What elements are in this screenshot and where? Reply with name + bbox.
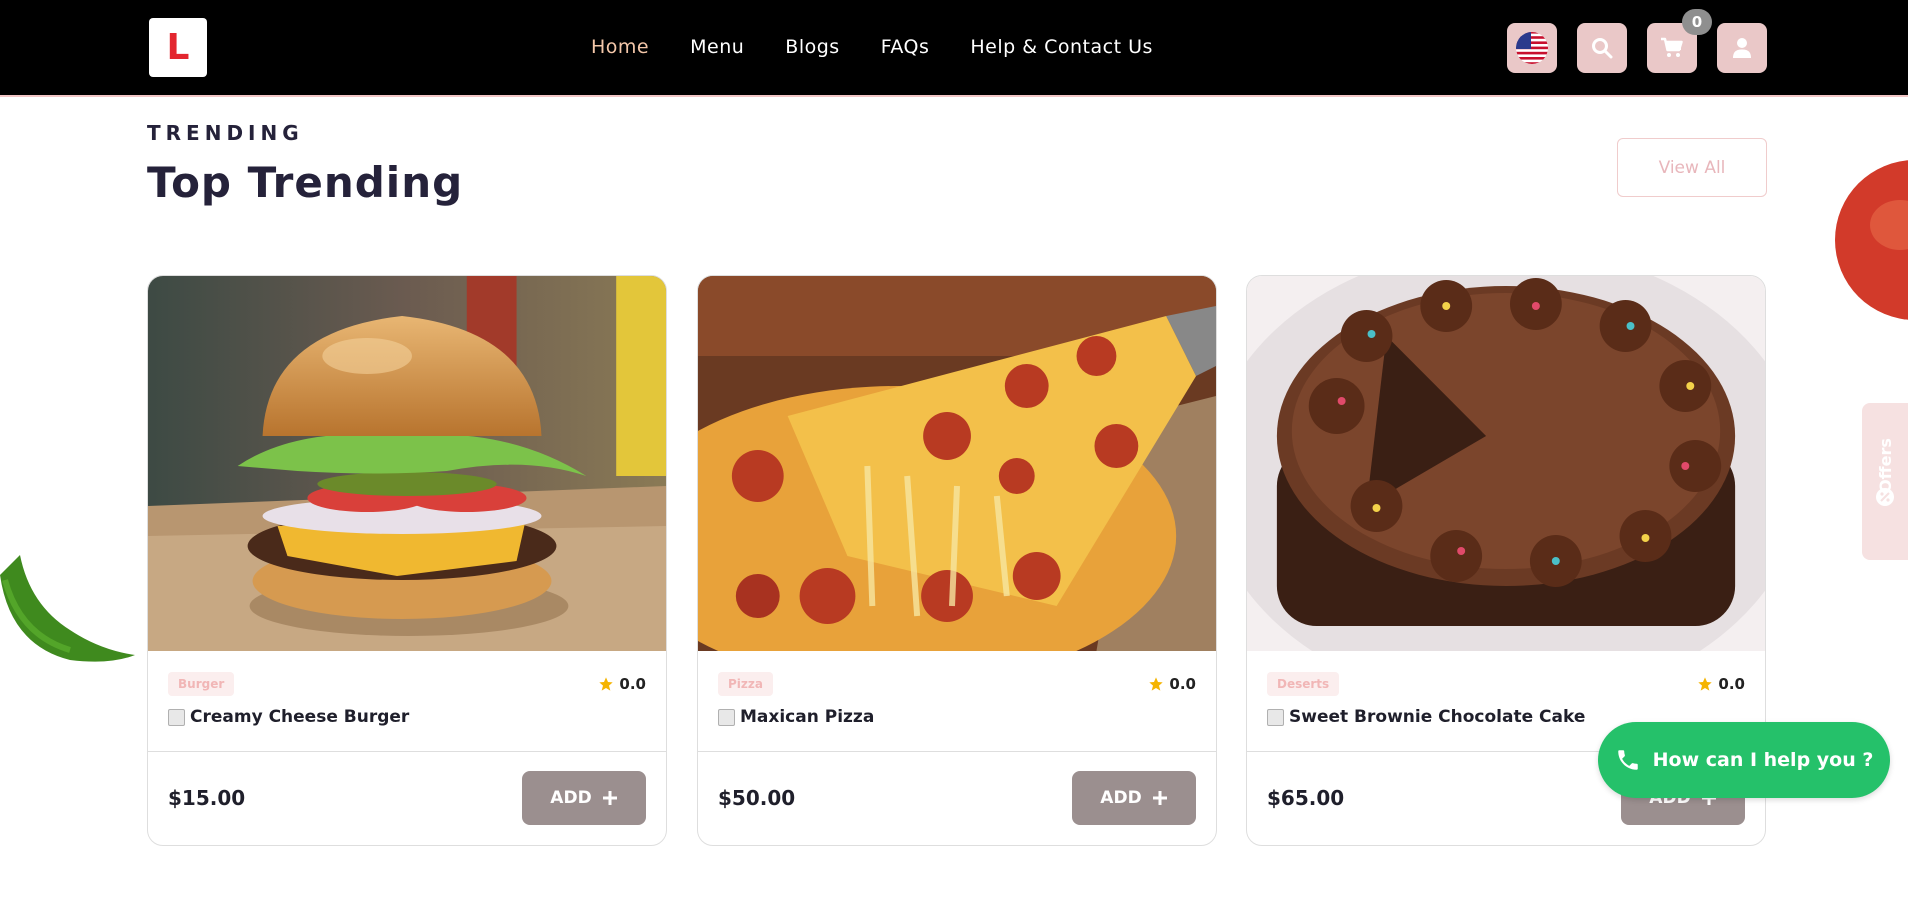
food-type-icon: [718, 709, 735, 726]
product-card[interactable]: Burger 0.0 Creamy Cheese Burger $15.00 A…: [147, 275, 667, 846]
product-price: $65.00: [1267, 786, 1345, 810]
rating: 0.0: [1148, 675, 1196, 693]
food-type-icon: [168, 709, 185, 726]
product-card[interactable]: Pizza 0.0 Maxican Pizza $50.00 ADD: [697, 275, 1217, 846]
nav-home[interactable]: Home: [591, 36, 649, 58]
star-icon: [1698, 677, 1713, 691]
star-icon: [1149, 677, 1164, 691]
product-price: $15.00: [168, 786, 246, 810]
product-name[interactable]: Sweet Brownie Chocolate Cake: [1289, 707, 1585, 727]
rating: 0.0: [598, 675, 646, 693]
plus-icon: [602, 791, 617, 805]
main-nav: Home Menu Blogs FAQs Help & Contact Us: [591, 36, 1194, 58]
cart-icon: [1661, 37, 1683, 57]
view-all-button[interactable]: View All: [1617, 138, 1767, 197]
product-image-burger[interactable]: [148, 276, 666, 651]
add-to-cart-button[interactable]: ADD: [1072, 771, 1196, 825]
product-price: $50.00: [718, 786, 796, 810]
language-button[interactable]: [1507, 23, 1557, 73]
product-image-cake[interactable]: [1247, 276, 1765, 651]
card-divider: [148, 751, 666, 752]
help-label: How can I help you ?: [1652, 749, 1874, 771]
rating: 0.0: [1697, 675, 1745, 693]
logo[interactable]: L: [149, 18, 207, 77]
rating-value: 0.0: [619, 675, 646, 693]
cart-count-badge: 0: [1682, 9, 1712, 35]
add-label: ADD: [1100, 788, 1142, 808]
nav-help-contact[interactable]: Help & Contact Us: [970, 36, 1152, 58]
site-header: L Home Menu Blogs FAQs Help & Contact Us: [0, 0, 1908, 97]
help-chat-button[interactable]: How can I help you ?: [1598, 722, 1890, 798]
product-name[interactable]: Maxican Pizza: [740, 707, 874, 727]
tomato-decoration-image: [1835, 160, 1908, 320]
add-to-cart-button[interactable]: ADD: [522, 771, 646, 825]
category-tag: Deserts: [1267, 672, 1340, 696]
us-flag-icon: [1516, 32, 1548, 64]
rating-value: 0.0: [1169, 675, 1196, 693]
chili-decoration-image: [0, 555, 135, 662]
category-tag: Burger: [168, 672, 235, 696]
nav-faqs[interactable]: FAQs: [881, 36, 930, 58]
offers-label: Offers: [1875, 438, 1895, 493]
add-label: ADD: [550, 788, 592, 808]
logo-letter: L: [166, 26, 190, 68]
phone-icon: [1617, 750, 1638, 770]
section-title: Top Trending: [147, 158, 464, 207]
rating-value: 0.0: [1718, 675, 1745, 693]
plus-icon: [1152, 791, 1167, 805]
product-name[interactable]: Creamy Cheese Burger: [190, 707, 409, 727]
product-image-pizza[interactable]: [698, 276, 1216, 651]
category-tag: Pizza: [718, 672, 773, 696]
star-icon: [599, 677, 614, 691]
nav-menu[interactable]: Menu: [690, 36, 744, 58]
section-eyebrow: TRENDING: [147, 121, 304, 145]
offers-tab[interactable]: Offers: [1862, 403, 1908, 560]
card-divider: [698, 751, 1216, 752]
food-type-icon: [1267, 709, 1284, 726]
account-button[interactable]: [1717, 23, 1767, 73]
search-button[interactable]: [1577, 23, 1627, 73]
user-icon: [1733, 38, 1751, 58]
nav-blogs[interactable]: Blogs: [785, 36, 839, 58]
search-icon: [1592, 38, 1613, 59]
